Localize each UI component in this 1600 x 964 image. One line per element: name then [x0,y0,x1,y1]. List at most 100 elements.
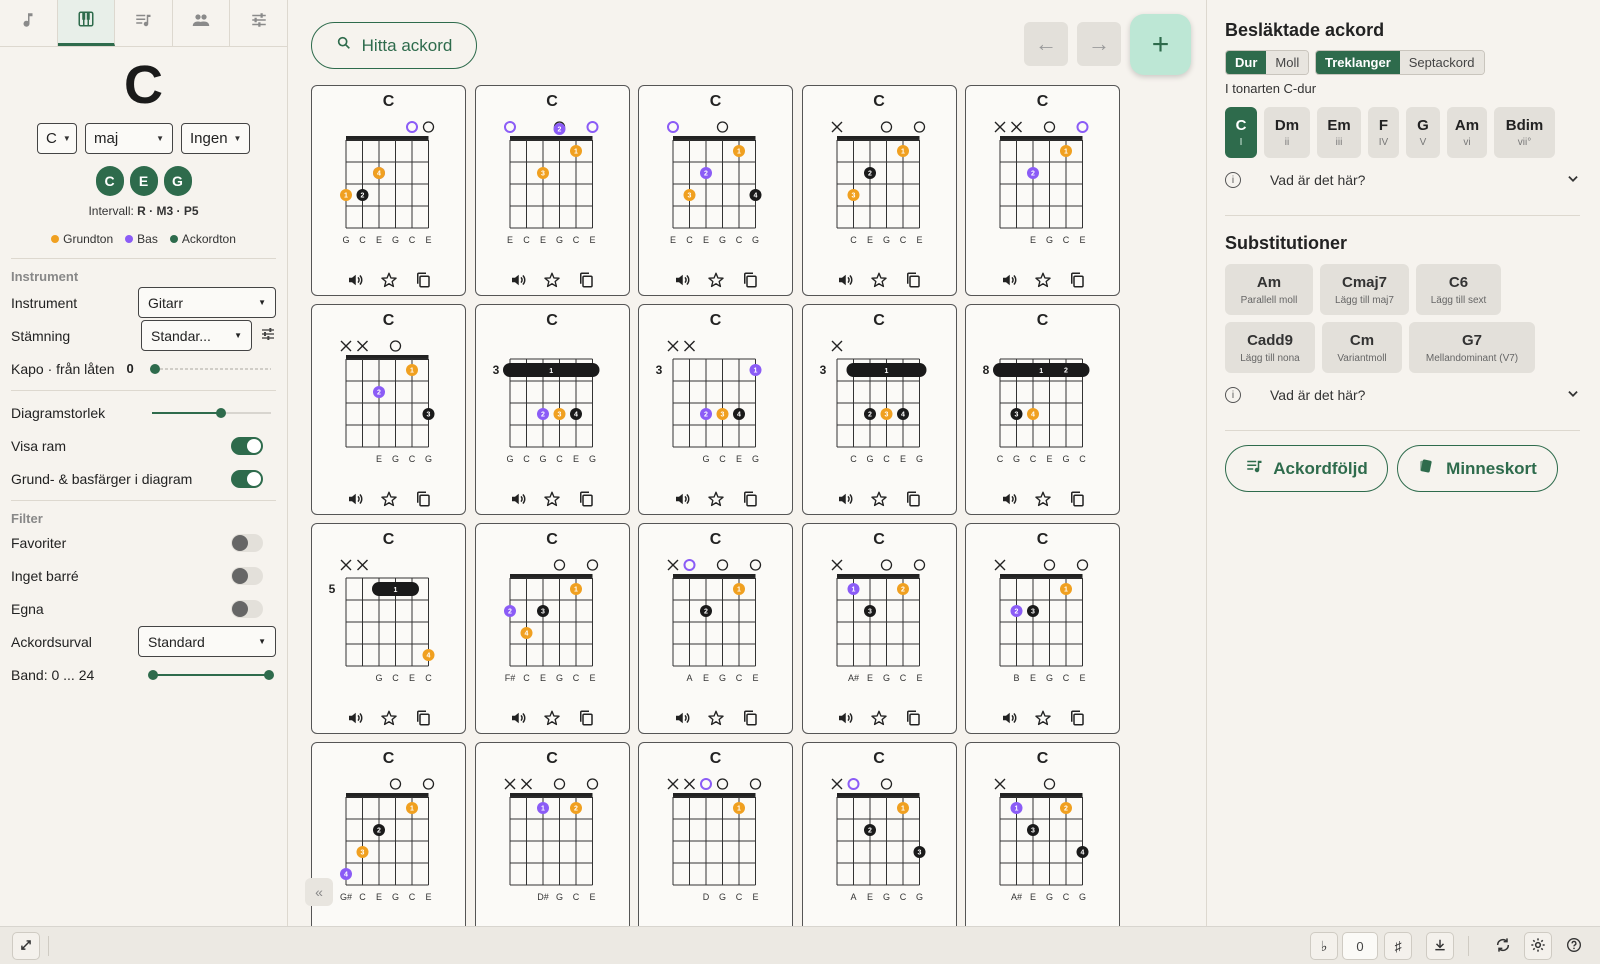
substitution-chord[interactable]: C6 Lägg till sext [1416,264,1501,315]
copy-icon[interactable] [1067,270,1087,290]
info-row-subst[interactable]: i Vad är det här? [1225,383,1580,407]
copy-icon[interactable] [413,489,433,509]
chord-card[interactable]: C31234GCGCEG [474,304,630,515]
seg-sevenths[interactable]: Septackord [1399,51,1484,74]
star-icon[interactable] [869,270,889,290]
speaker-icon[interactable] [999,270,1019,290]
speaker-icon[interactable] [835,270,855,290]
flat-button[interactable]: ♭ [1310,932,1338,960]
copy-icon[interactable] [740,489,760,509]
collapse-button[interactable]: « [305,878,333,906]
copy-icon[interactable] [903,489,923,509]
chord-card[interactable]: C 1 2 D# G C E [474,742,630,926]
root-select[interactable]: C ▼ [37,123,77,154]
bass-select[interactable]: Ingen ▼ [181,123,250,154]
copy-icon[interactable] [903,708,923,728]
diatonic-chord[interactable]: F IV [1368,107,1399,158]
tab-chords[interactable] [57,0,116,46]
chord-card[interactable]: C 4 3 2 1 G# C E G C E [311,742,466,926]
show-frame-toggle[interactable] [231,436,263,455]
star-icon[interactable] [542,489,562,509]
copy-icon[interactable] [576,708,596,728]
copy-icon[interactable] [903,270,923,290]
chord-card[interactable]: C213EGCG [311,304,466,515]
tuning-select[interactable]: Standar... ▼ [141,320,252,351]
info-row-related[interactable]: i Vad är det här? [1225,168,1580,192]
speaker-icon[interactable] [835,708,855,728]
chord-card[interactable]: C1DGCE [638,742,793,926]
root-bass-colors-toggle[interactable] [231,469,263,488]
tab-notes[interactable] [0,0,58,46]
instrument-select[interactable]: Gitarr ▼ [138,287,276,318]
speaker-icon[interactable] [672,708,692,728]
substitution-chord[interactable]: Cm Variantmoll [1322,322,1402,373]
chord-card[interactable]: C31234GCEG [638,304,793,515]
back-button[interactable]: ← [1024,22,1068,66]
substitution-chord[interactable]: Cadd9 Lägg till nona [1225,322,1315,373]
star-icon[interactable] [869,489,889,509]
chord-card[interactable]: C213AEGCG [801,742,957,926]
star-icon[interactable] [379,708,399,728]
flashcards-button[interactable]: Minneskort [1397,445,1558,492]
favorites-toggle[interactable] [231,533,263,552]
star-icon[interactable] [706,489,726,509]
help-button[interactable] [1560,932,1588,960]
chord-card[interactable]: C3214ECEGCG [638,85,793,296]
speaker-icon[interactable] [345,708,365,728]
star-icon[interactable] [706,270,726,290]
no-barre-toggle[interactable] [231,566,263,585]
sharp-button[interactable]: ♯ [1384,932,1412,960]
refresh-button[interactable] [1489,932,1517,960]
capo-slider-knob[interactable] [150,363,160,374]
star-icon[interactable] [1033,270,1053,290]
fret-range-min-knob[interactable] [148,669,158,680]
copy-icon[interactable] [740,708,760,728]
chord-card[interactable]: C321CEGCE [801,85,957,296]
chord-card[interactable]: C81234CGCEGC [965,304,1120,515]
star-icon[interactable] [542,270,562,290]
chord-card[interactable]: C514GCEC [311,523,466,734]
star-icon[interactable] [706,708,726,728]
note-pill[interactable]: C [95,166,124,196]
seg-minor[interactable]: Moll [1266,51,1309,74]
copy-icon[interactable] [740,270,760,290]
add-button[interactable]: + [1130,14,1191,75]
diatonic-chord[interactable]: Bdim vii° [1494,107,1555,158]
chord-card[interactable]: C 2 4 3 1 F# C E G C E [474,523,630,734]
seg-major[interactable]: Dur [1226,51,1267,74]
diatonic-chord[interactable]: Em iii [1317,107,1361,158]
note-pill[interactable]: E [129,166,158,196]
chord-card[interactable]: C 1 3 2 A# E G C E [801,523,957,734]
substitution-chord[interactable]: G7 Mellandominant (V7) [1409,322,1535,373]
speaker-icon[interactable] [999,708,1019,728]
fret-range-slider[interactable] [148,667,274,683]
star-icon[interactable] [379,489,399,509]
download-button[interactable] [1426,932,1454,960]
speaker-icon[interactable] [508,708,528,728]
chord-card[interactable]: C31234CGCEG [801,304,957,515]
diagram-size-slider[interactable] [152,405,271,421]
speaker-icon[interactable] [508,270,528,290]
tab-community[interactable] [173,0,231,46]
seg-triads[interactable]: Treklanger [1316,51,1400,74]
diatonic-chord[interactable]: CI [1225,107,1257,158]
speaker-icon[interactable] [508,489,528,509]
copy-icon[interactable] [576,270,596,290]
speaker-icon[interactable] [345,270,365,290]
chord-card[interactable]: C231BEGCE [965,523,1120,734]
chord-card[interactable]: C21EGCE [965,85,1120,296]
tab-progressions[interactable] [115,0,173,46]
fullscreen-button[interactable] [12,932,40,960]
fret-range-max-knob[interactable] [264,669,274,680]
speaker-icon[interactable] [835,489,855,509]
copy-icon[interactable] [413,270,433,290]
tab-settings[interactable] [230,0,287,46]
own-toggle[interactable] [231,599,263,618]
star-icon[interactable] [379,270,399,290]
copy-icon[interactable] [413,708,433,728]
capo-slider[interactable] [150,361,271,377]
copy-icon[interactable] [1067,708,1087,728]
find-chord-button[interactable]: Hitta ackord [311,22,477,69]
chord-card[interactable]: C213ECEGCE [474,85,630,296]
star-icon[interactable] [869,708,889,728]
